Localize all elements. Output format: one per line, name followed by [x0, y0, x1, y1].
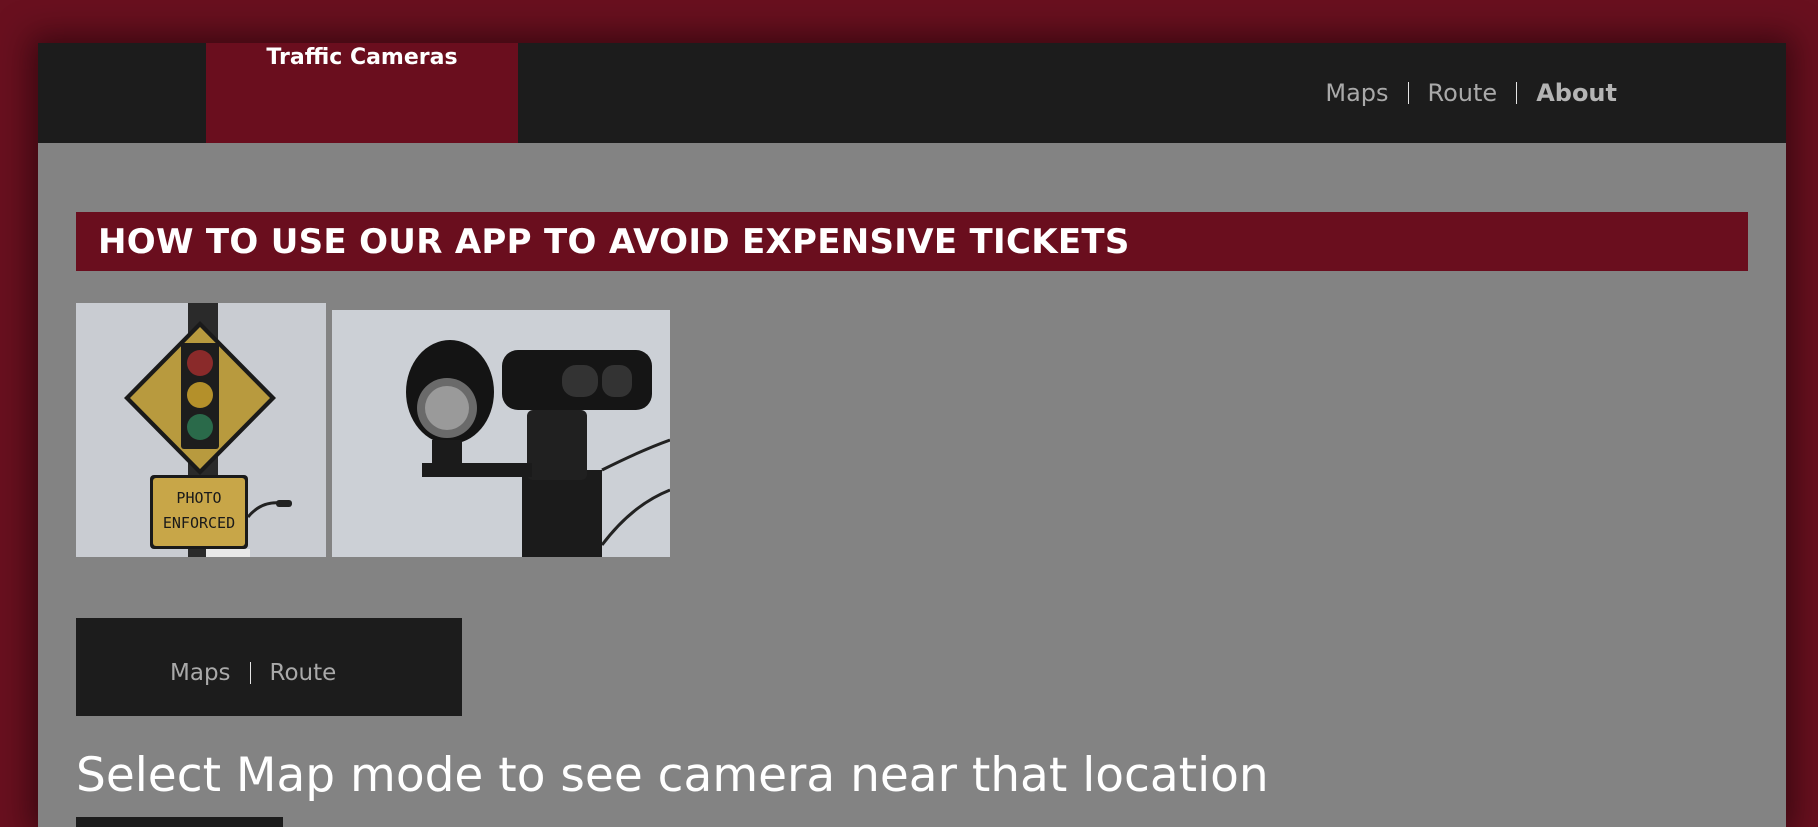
secondary-nav-bar: Maps Route: [76, 618, 462, 716]
photo-traffic-camera: [332, 310, 670, 557]
subnav-link-maps[interactable]: Maps: [170, 660, 231, 686]
nav-separator: [1407, 82, 1409, 104]
page-frame: Traffic Cameras Maps Route About HOW TO …: [38, 43, 1786, 827]
nav-link-route[interactable]: Route: [1428, 79, 1498, 107]
subnav-link-route[interactable]: Route: [270, 660, 337, 686]
nav-separator: [1516, 82, 1518, 104]
sign-text-line2: ENFORCED: [163, 514, 235, 532]
section-heading-banner: HOW TO USE OUR APP TO AVOID EXPENSIVE TI…: [76, 212, 1748, 271]
top-nav: Maps Route About: [1325, 79, 1617, 107]
instruction-headline: Select Map mode to see camera near that …: [76, 748, 1269, 803]
nav-link-about[interactable]: About: [1536, 79, 1617, 107]
brand-logo[interactable]: Traffic Cameras: [206, 43, 518, 143]
nav-link-maps[interactable]: Maps: [1325, 79, 1388, 107]
content-block-dark: [76, 817, 283, 827]
secondary-nav: Maps Route: [170, 660, 336, 686]
sign-text-line1: PHOTO: [176, 489, 221, 507]
top-nav-bar: Traffic Cameras Maps Route About: [38, 43, 1786, 143]
photo-enforced-sign: PHOTO ENFORCED: [76, 303, 326, 557]
brand-title: Traffic Cameras: [266, 45, 458, 70]
nav-separator: [249, 662, 251, 684]
section-heading: HOW TO USE OUR APP TO AVOID EXPENSIVE TI…: [98, 221, 1130, 262]
